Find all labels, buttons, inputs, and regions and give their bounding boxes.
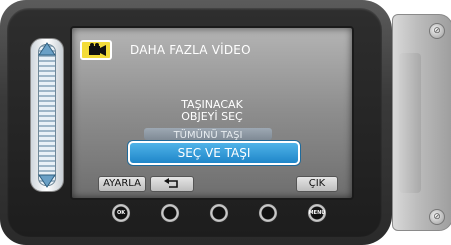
video-mode-icon — [80, 40, 112, 60]
lcd-hinge: ⊘ ⊘ — [392, 14, 451, 231]
menu-button[interactable]: MENU — [307, 203, 327, 223]
option-move-all[interactable]: TÜMÜNÜ TAŞI — [144, 128, 272, 140]
title-bar: DAHA FAZLA VİDEO — [80, 40, 340, 62]
exit-softkey[interactable]: ÇIK — [296, 176, 338, 192]
hardware-button-4[interactable] — [258, 203, 278, 223]
prompt-line-2: OBJEYİ SEÇ — [181, 110, 243, 123]
page-title: DAHA FAZLA VİDEO — [130, 43, 251, 57]
lcd-screen: DAHA FAZLA VİDEO TAŞINACAK OBJEYİ SEÇ TÜ… — [70, 26, 354, 200]
hardware-button-3[interactable] — [209, 203, 229, 223]
ok-button[interactable]: OK — [111, 203, 131, 223]
hardware-button-2[interactable] — [160, 203, 180, 223]
touch-slider[interactable] — [30, 38, 64, 192]
settings-softkey[interactable]: AYARLA — [98, 176, 146, 192]
option-select-and-move[interactable]: SEÇ VE TAŞI — [128, 141, 300, 165]
screw-icon: ⊘ — [429, 23, 445, 39]
camera-body: DAHA FAZLA VİDEO TAŞINACAK OBJEYİ SEÇ TÜ… — [0, 0, 392, 245]
screw-icon: ⊘ — [429, 209, 445, 225]
hinge-slot — [399, 53, 421, 193]
slider-arrows-icon — [38, 42, 56, 188]
back-softkey[interactable] — [150, 176, 194, 192]
return-arrow-icon — [164, 178, 178, 188]
